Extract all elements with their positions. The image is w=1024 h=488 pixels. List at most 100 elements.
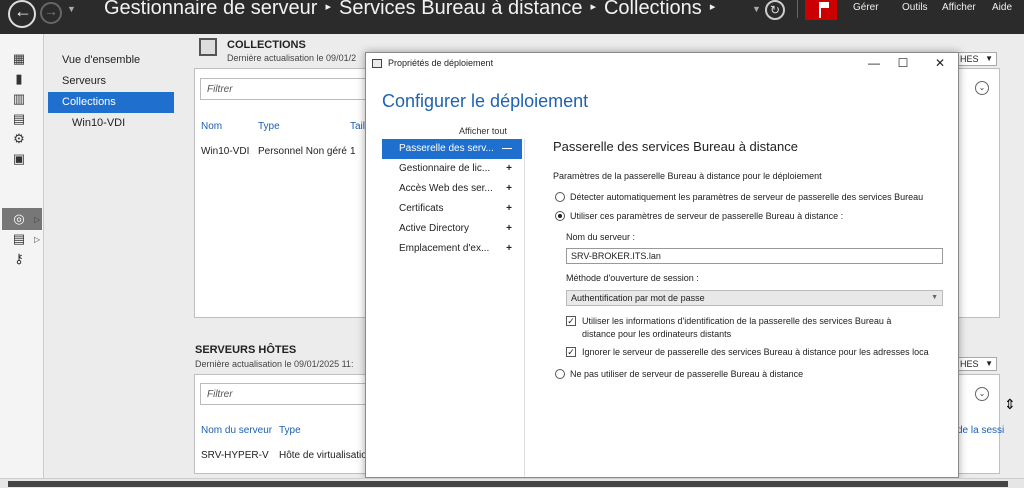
breadcrumb: Gestionnaire de serveur ▸ Services Bureau … xyxy=(104,0,723,20)
chevron-down-icon: ▼ xyxy=(985,54,993,63)
menu-outils[interactable]: Outils xyxy=(902,2,928,13)
server-name-input[interactable]: SRV-BROKER.ITS.lan xyxy=(566,248,943,264)
collections-last-refresh: Dernière actualisation le 09/01/2 xyxy=(227,53,357,63)
breadcrumb-rds[interactable]: Services Bureau à distance xyxy=(339,0,582,19)
sidebar-item-collections[interactable]: Collections xyxy=(48,92,174,113)
icon-rail: ▦ ▮ ▥ ▤ ⚙ ▣ ◎ ▷ ▤ ▷ ⚷ xyxy=(0,34,44,478)
checkbox-use-gateway-credentials[interactable]: ✓ xyxy=(566,316,576,326)
column-header-type[interactable]: Type xyxy=(279,425,301,436)
section-title: Passerelle des services Bureau à distanc… xyxy=(553,139,798,154)
expand-icon: + xyxy=(506,163,512,174)
checkbox-bypass-local-label: Ignorer le serveur de passerelle des ser… xyxy=(582,347,929,357)
file-services-icon[interactable]: ▤ xyxy=(12,112,26,126)
dialog-nav-list: Passerelle des serv... — Gestionnaire de … xyxy=(382,139,522,259)
remote-desktop-icon[interactable]: ◎ xyxy=(12,212,26,226)
breadcrumb-separator: ▸ xyxy=(709,1,716,13)
radio-use-settings[interactable] xyxy=(555,211,565,221)
menu-gerer[interactable]: Gérer xyxy=(853,2,879,13)
iis-icon[interactable]: ▣ xyxy=(12,152,26,166)
show-all-link[interactable]: Afficher tout xyxy=(459,126,507,136)
expand-icon: + xyxy=(506,183,512,194)
checkbox-use-gateway-credentials-label-line2: distance pour les ordinateurs distants xyxy=(582,329,732,339)
radio-auto-detect-label: Détecter automatiquement les paramètres … xyxy=(570,192,924,202)
sidebar-item-overview[interactable]: Vue d'ensemble xyxy=(48,50,174,71)
nav-item-licensing[interactable]: Gestionnaire de lic... + xyxy=(382,159,522,179)
nav-item-label: Passerelle des serv... xyxy=(399,143,494,154)
nav-item-certificates[interactable]: Certificats + xyxy=(382,199,522,219)
column-header-nom[interactable]: Nom xyxy=(201,121,222,132)
collapse-icon: — xyxy=(502,143,512,154)
expand-icon: + xyxy=(506,203,512,214)
collections-tasks-dropdown[interactable]: HES ▼ xyxy=(957,52,997,66)
nav-item-label: Gestionnaire de lic... xyxy=(399,163,491,174)
dashboard-icon[interactable]: ▦ xyxy=(12,52,26,66)
wsus-icon[interactable]: ▤ xyxy=(12,232,26,246)
radio-no-gateway[interactable] xyxy=(555,369,565,379)
section-intro: Paramètres de la passerelle Bureau à dis… xyxy=(553,171,822,181)
radio-no-gateway-label: Ne pas utiliser de serveur de passerelle… xyxy=(570,369,804,379)
local-server-icon[interactable]: ▮ xyxy=(12,72,26,86)
breadcrumb-collections[interactable]: Collections xyxy=(604,0,702,19)
logon-method-select[interactable]: Authentification par mot de passe ▼ xyxy=(566,290,943,306)
scrollbar-thumb[interactable] xyxy=(8,481,1008,487)
horizontal-scrollbar[interactable] xyxy=(0,478,1024,488)
chevron-down-icon: ▼ xyxy=(985,359,993,368)
checkbox-use-gateway-credentials-label: Utiliser les informations d'identificati… xyxy=(582,316,892,326)
nav-item-label: Certificats xyxy=(399,203,444,214)
hosts-filter-input[interactable]: Filtrer xyxy=(200,383,370,405)
breadcrumb-separator: ▸ xyxy=(325,1,331,13)
chevron-right-icon[interactable]: ▷ xyxy=(34,235,40,244)
logon-method-label: Méthode d'ouverture de session : xyxy=(566,273,699,283)
breadcrumb-server-manager[interactable]: Gestionnaire de serveur xyxy=(104,0,317,19)
forward-arrow-icon[interactable] xyxy=(40,2,62,24)
deployment-properties-dialog: Propriétés de déploiement — ☐ ✕ Configur… xyxy=(365,52,959,478)
collections-icon xyxy=(199,38,217,56)
dialog-title-bar: Propriétés de déploiement — ☐ ✕ xyxy=(366,53,958,73)
menu-aide[interactable]: Aide xyxy=(992,2,1012,13)
history-dropdown-icon[interactable]: ▼ xyxy=(67,4,76,14)
cell-server-name: SRV-HYPER-V xyxy=(201,450,269,461)
radio-use-settings-label: Utiliser ces paramètres de serveur de pa… xyxy=(570,211,844,221)
sidebar-item-servers[interactable]: Serveurs xyxy=(48,71,174,92)
column-header-server-name[interactable]: Nom du serveur xyxy=(201,425,272,436)
expand-icon: + xyxy=(506,223,512,234)
menu-afficher[interactable]: Afficher xyxy=(942,2,976,13)
hyperv-icon[interactable]: ⚙ xyxy=(12,132,26,146)
hosts-tasks-dropdown[interactable]: HES ▼ xyxy=(957,357,997,371)
hosts-last-refresh: Dernière actualisation le 09/01/2025 11: xyxy=(195,359,354,369)
collections-filter-input[interactable]: Filtrer xyxy=(200,78,370,100)
checkbox-bypass-local[interactable]: ✓ xyxy=(566,347,576,357)
radio-auto-detect[interactable] xyxy=(555,192,565,202)
dialog-heading: Configurer le déploiement xyxy=(382,91,589,111)
sidebar-item-win10-vdi[interactable]: Win10-VDI xyxy=(48,113,174,134)
logon-method-value: Authentification par mot de passe xyxy=(571,293,705,303)
nav-item-label: Emplacement d'ex... xyxy=(399,243,490,254)
nav-item-web-access[interactable]: Accès Web des ser... + xyxy=(382,179,522,199)
chevron-right-icon[interactable]: ▷ xyxy=(34,215,40,224)
column-header-type[interactable]: Type xyxy=(258,121,280,132)
back-arrow-icon[interactable] xyxy=(8,0,36,28)
tasks-label: HES xyxy=(960,54,979,64)
cell-type: Hôte de virtualisatio xyxy=(279,450,367,461)
column-header-session[interactable]: de la sessi xyxy=(957,425,1004,436)
dialog-title: Propriétés de déploiement xyxy=(388,58,494,68)
tools-icon[interactable]: ⚷ xyxy=(12,252,26,266)
server-name-label: Nom du serveur : xyxy=(566,232,636,242)
expand-chevron-icon[interactable]: ⌄ xyxy=(975,387,989,401)
dialog-app-icon xyxy=(372,59,382,68)
column-header-taille[interactable]: Tail xyxy=(350,121,365,132)
collections-title: COLLECTIONS xyxy=(227,39,306,51)
cell-nom: Win10-VDI xyxy=(201,146,250,157)
hosts-title: SERVEURS HÔTES xyxy=(195,344,297,356)
breadcrumb-dropdown-icon[interactable]: ▼ xyxy=(752,4,761,14)
close-icon[interactable]: ✕ xyxy=(930,56,950,70)
nav-item-active-directory[interactable]: Active Directory + xyxy=(382,219,522,239)
minimize-icon[interactable]: — xyxy=(864,56,884,70)
maximize-icon[interactable]: ☐ xyxy=(893,56,913,70)
nav-item-export-location[interactable]: Emplacement d'ex... + xyxy=(382,239,522,259)
notifications-flag-icon[interactable] xyxy=(805,0,837,20)
refresh-icon[interactable]: ↻ xyxy=(765,0,785,20)
expand-chevron-icon[interactable]: ⌄ xyxy=(975,81,989,95)
nav-item-gateway[interactable]: Passerelle des serv... — xyxy=(382,139,522,159)
all-servers-icon[interactable]: ▥ xyxy=(12,92,26,106)
